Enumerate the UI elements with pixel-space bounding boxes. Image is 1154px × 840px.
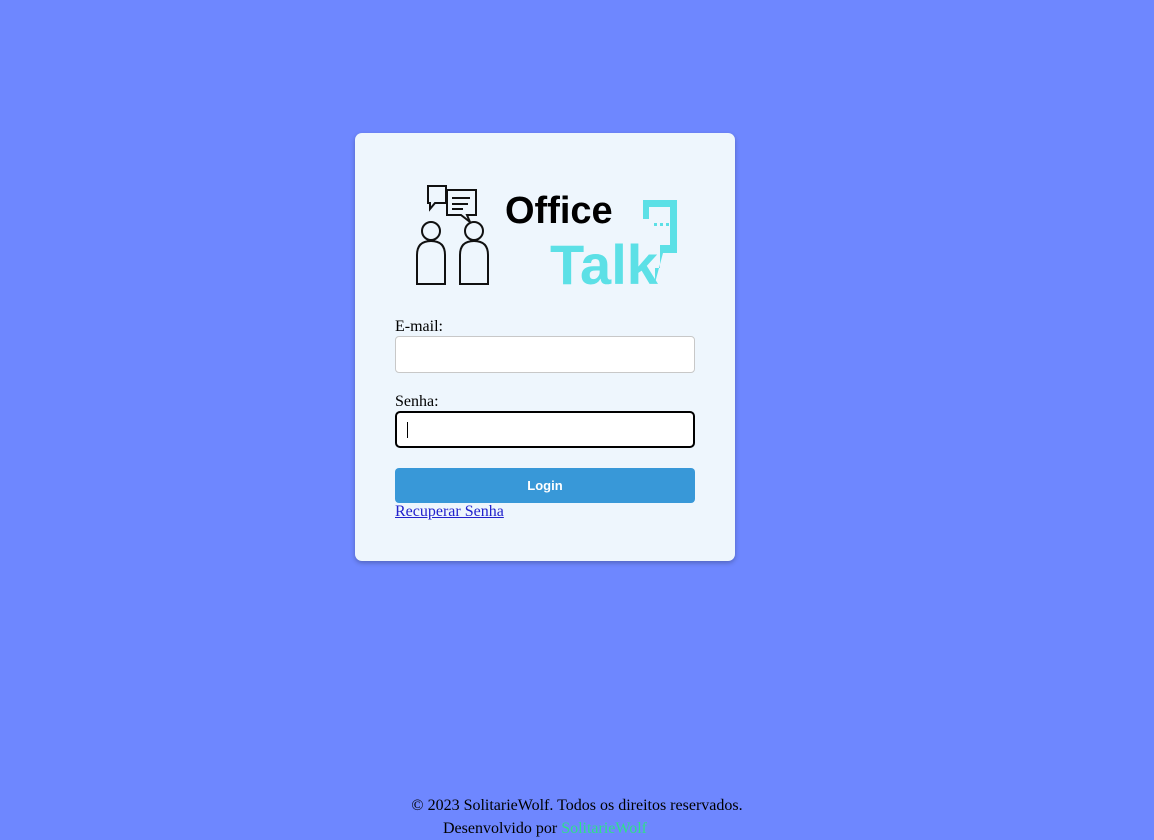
footer: © 2023 SolitarieWolf. Todos os direitos … <box>0 794 1154 840</box>
password-label: Senha: <box>395 393 439 410</box>
text-cursor <box>407 422 408 438</box>
password-field[interactable] <box>395 411 695 448</box>
developed-by-text: Desenvolvido por <box>442 820 558 837</box>
copyright-text: © 2023 SolitarieWolf. Todos os direitos … <box>411 797 743 814</box>
email-field[interactable] <box>395 336 695 373</box>
office-talk-logo: Office Talk <box>415 183 680 289</box>
developer-link[interactable]: SolitarieWolf <box>561 820 647 837</box>
logo-talk-text: Talk <box>550 233 659 289</box>
email-label: E-mail: <box>395 318 443 335</box>
recover-password-link[interactable]: Recuperar Senha <box>395 503 504 521</box>
login-card: Office Talk E-mail: Senha: Login Recuper… <box>355 133 735 561</box>
people-chatting-icon <box>416 185 489 285</box>
logo-office-text: Office <box>505 190 613 232</box>
login-button[interactable]: Login <box>395 468 695 503</box>
developed-by-line: Desenvolvido por SolitarieWolf <box>0 817 1122 840</box>
